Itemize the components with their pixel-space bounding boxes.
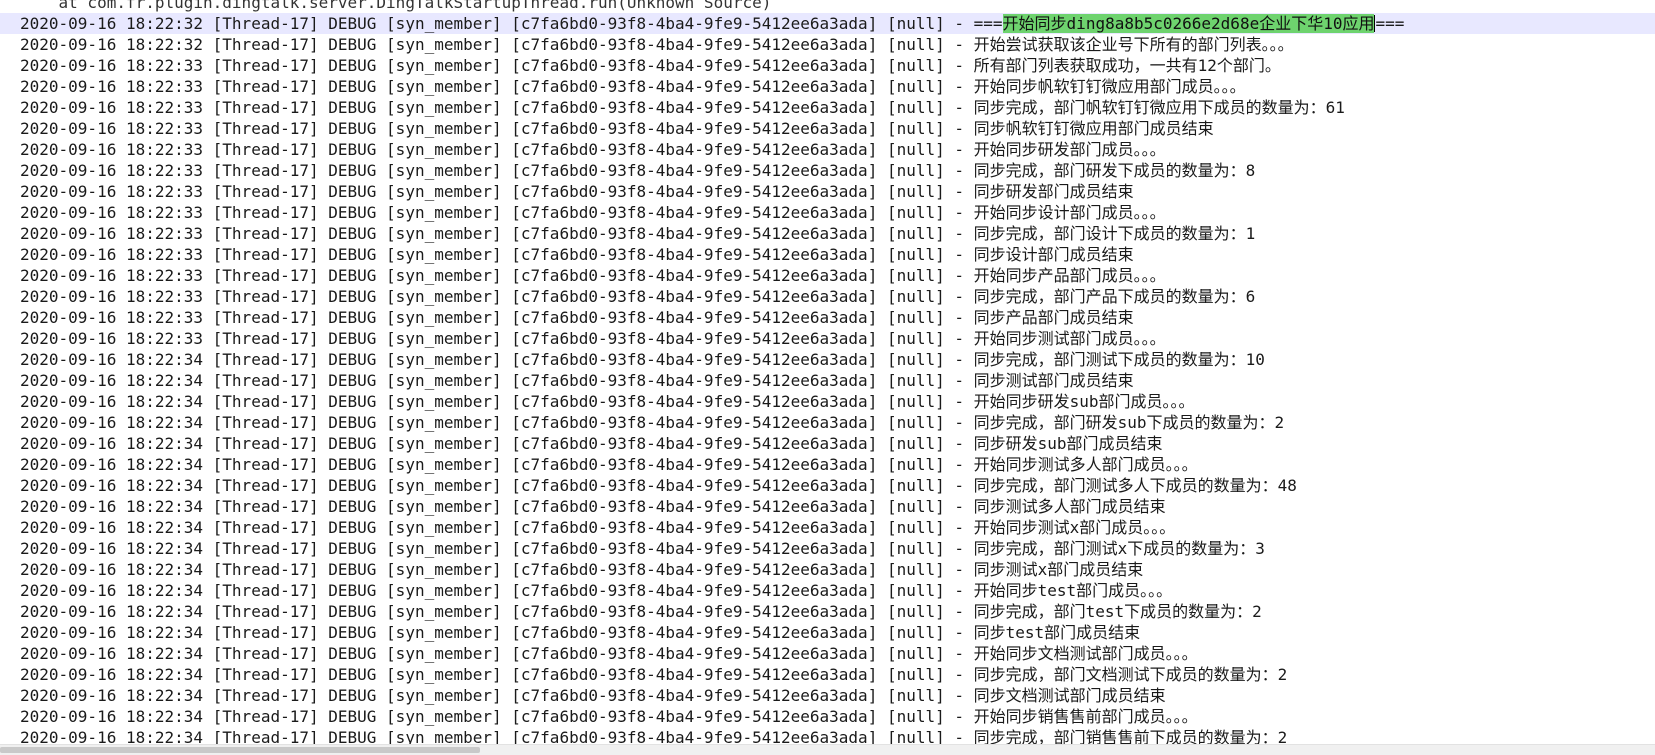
- selected-text[interactable]: 开始同步ding8a8b5c0266e2d68e企业下华10应用: [1002, 14, 1375, 33]
- log-line[interactable]: 2020-09-16 18:22:33 [Thread-17] DEBUG [s…: [0, 328, 1655, 349]
- log-line[interactable]: 2020-09-16 18:22:34 [Thread-17] DEBUG [s…: [0, 391, 1655, 412]
- log-line[interactable]: 2020-09-16 18:22:34 [Thread-17] DEBUG [s…: [0, 538, 1655, 559]
- log-line[interactable]: 2020-09-16 18:22:33 [Thread-17] DEBUG [s…: [0, 76, 1655, 97]
- log-line-prefix: 2020-09-16 18:22:32 [Thread-17] DEBUG [s…: [20, 14, 1003, 33]
- log-line[interactable]: 2020-09-16 18:22:34 [Thread-17] DEBUG [s…: [0, 370, 1655, 391]
- log-line-partial-top[interactable]: at com.fr.plugin.dingtalk.server.DingTal…: [0, 0, 1655, 13]
- log-line[interactable]: 2020-09-16 18:22:33 [Thread-17] DEBUG [s…: [0, 97, 1655, 118]
- log-line[interactable]: 2020-09-16 18:22:34 [Thread-17] DEBUG [s…: [0, 454, 1655, 475]
- log-line[interactable]: 2020-09-16 18:22:33 [Thread-17] DEBUG [s…: [0, 118, 1655, 139]
- log-line[interactable]: 2020-09-16 18:22:34 [Thread-17] DEBUG [s…: [0, 475, 1655, 496]
- log-line[interactable]: 2020-09-16 18:22:34 [Thread-17] DEBUG [s…: [0, 601, 1655, 622]
- log-line[interactable]: 2020-09-16 18:22:32 [Thread-17] DEBUG [s…: [0, 34, 1655, 55]
- log-line[interactable]: 2020-09-16 18:22:34 [Thread-17] DEBUG [s…: [0, 559, 1655, 580]
- horizontal-scrollbar[interactable]: [0, 744, 1655, 755]
- log-editor[interactable]: at com.fr.plugin.dingtalk.server.DingTal…: [0, 0, 1655, 755]
- log-line[interactable]: 2020-09-16 18:22:33 [Thread-17] DEBUG [s…: [0, 265, 1655, 286]
- log-line[interactable]: 2020-09-16 18:22:34 [Thread-17] DEBUG [s…: [0, 349, 1655, 370]
- scrollbar-thumb[interactable]: [0, 747, 480, 753]
- log-line[interactable]: 2020-09-16 18:22:34 [Thread-17] DEBUG [s…: [0, 706, 1655, 727]
- log-line[interactable]: 2020-09-16 18:22:33 [Thread-17] DEBUG [s…: [0, 202, 1655, 223]
- log-line[interactable]: 2020-09-16 18:22:33 [Thread-17] DEBUG [s…: [0, 139, 1655, 160]
- log-line[interactable]: 2020-09-16 18:22:34 [Thread-17] DEBUG [s…: [0, 496, 1655, 517]
- code-area[interactable]: at com.fr.plugin.dingtalk.server.DingTal…: [0, 0, 1655, 747]
- log-line[interactable]: 2020-09-16 18:22:34 [Thread-17] DEBUG [s…: [0, 622, 1655, 643]
- log-line[interactable]: 2020-09-16 18:22:33 [Thread-17] DEBUG [s…: [0, 286, 1655, 307]
- log-line[interactable]: 2020-09-16 18:22:34 [Thread-17] DEBUG [s…: [0, 643, 1655, 664]
- log-line[interactable]: 2020-09-16 18:22:34 [Thread-17] DEBUG [s…: [0, 517, 1655, 538]
- log-line[interactable]: 2020-09-16 18:22:34 [Thread-17] DEBUG [s…: [0, 580, 1655, 601]
- log-line[interactable]: 2020-09-16 18:22:33 [Thread-17] DEBUG [s…: [0, 244, 1655, 265]
- log-line[interactable]: 2020-09-16 18:22:33 [Thread-17] DEBUG [s…: [0, 55, 1655, 76]
- log-line-current[interactable]: 2020-09-16 18:22:32 [Thread-17] DEBUG [s…: [0, 13, 1655, 34]
- log-line[interactable]: 2020-09-16 18:22:34 [Thread-17] DEBUG [s…: [0, 685, 1655, 706]
- log-line[interactable]: 2020-09-16 18:22:34 [Thread-17] DEBUG [s…: [0, 433, 1655, 454]
- log-line[interactable]: 2020-09-16 18:22:33 [Thread-17] DEBUG [s…: [0, 181, 1655, 202]
- log-line[interactable]: 2020-09-16 18:22:33 [Thread-17] DEBUG [s…: [0, 160, 1655, 181]
- log-line[interactable]: 2020-09-16 18:22:34 [Thread-17] DEBUG [s…: [0, 664, 1655, 685]
- log-line[interactable]: 2020-09-16 18:22:34 [Thread-17] DEBUG [s…: [0, 412, 1655, 433]
- log-line-suffix: ===: [1375, 14, 1405, 33]
- log-line[interactable]: 2020-09-16 18:22:33 [Thread-17] DEBUG [s…: [0, 223, 1655, 244]
- log-line[interactable]: 2020-09-16 18:22:33 [Thread-17] DEBUG [s…: [0, 307, 1655, 328]
